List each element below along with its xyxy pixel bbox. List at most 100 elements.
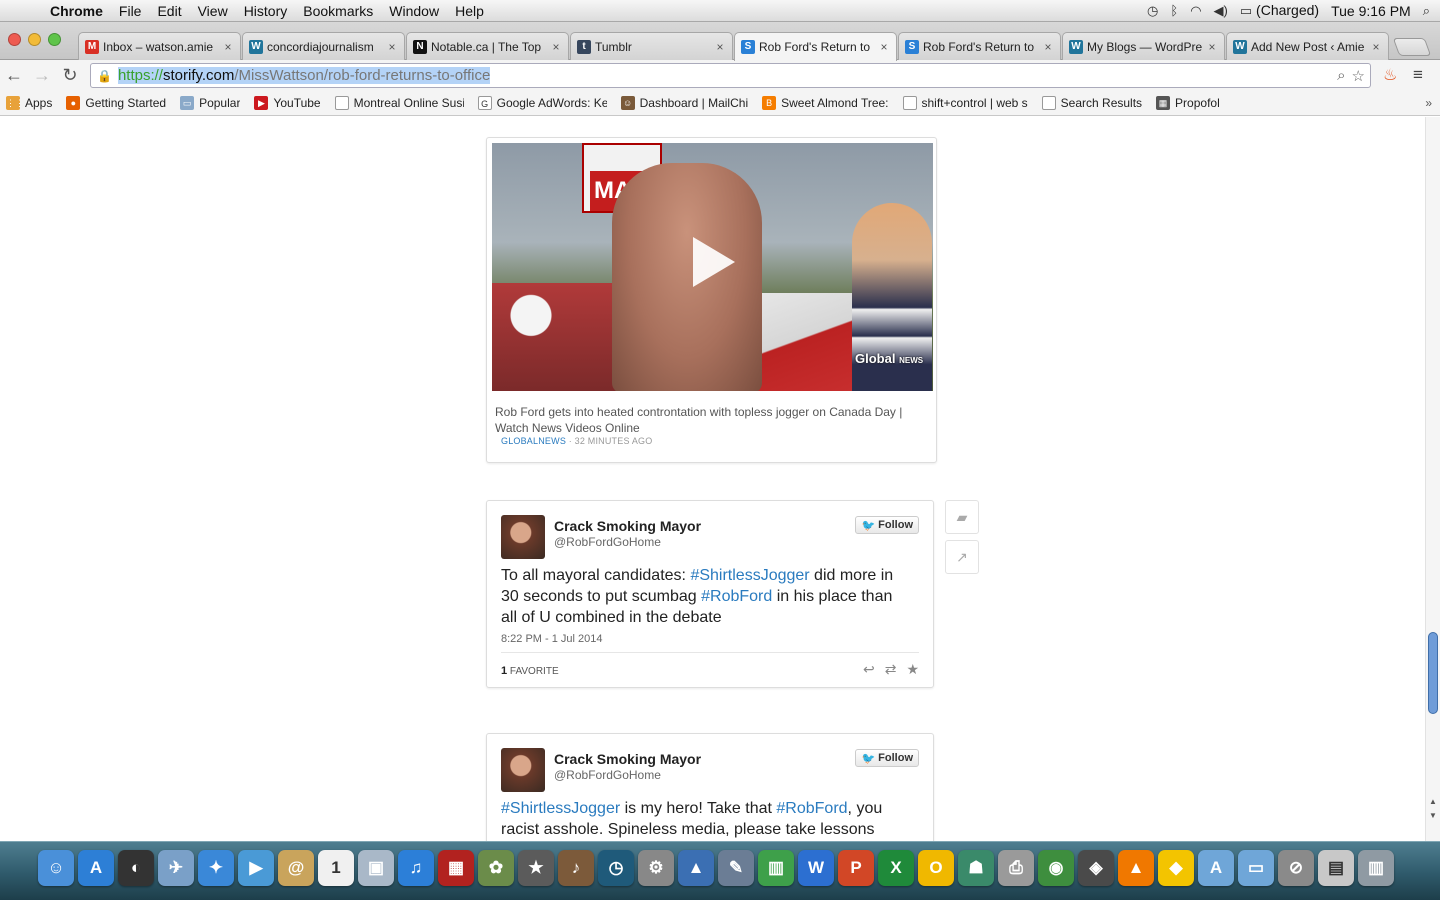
- iphoto-icon[interactable]: ✿: [478, 850, 514, 886]
- url-text[interactable]: https://storify.com/MissWattson/rob-ford…: [117, 67, 491, 84]
- scroll-up-arrow-icon[interactable]: ▲: [1429, 797, 1437, 806]
- tab-close-icon[interactable]: ×: [878, 40, 890, 54]
- time-machine-status-icon[interactable]: ◷: [1147, 3, 1158, 19]
- app-store-icon[interactable]: A: [78, 850, 114, 886]
- bookmark-item[interactable]: ▦ Propofol: [1150, 96, 1228, 110]
- cyberduck-icon[interactable]: ◆: [1158, 850, 1194, 886]
- avatar[interactable]: [501, 515, 545, 559]
- tweet-handle[interactable]: @RobFordGoHome: [554, 535, 661, 549]
- garageband-icon[interactable]: ♪: [558, 850, 594, 886]
- tab-8[interactable]: W Add New Post ‹ Amie ×: [1226, 32, 1389, 60]
- hashtag-link[interactable]: #RobFord: [776, 800, 847, 817]
- safari-icon[interactable]: ✦: [198, 850, 234, 886]
- back-arrow-icon[interactable]: ←: [0, 65, 28, 86]
- disabled-icon[interactable]: ⊘: [1278, 850, 1314, 886]
- bookmark-item[interactable]: Montreal Online Susi: [329, 96, 472, 110]
- tab-close-icon[interactable]: ×: [222, 40, 234, 54]
- photoshop-icon[interactable]: ◈: [1078, 850, 1114, 886]
- forward-arrow-icon[interactable]: →: [28, 65, 56, 86]
- photo-booth-icon[interactable]: ▦: [438, 850, 474, 886]
- extension-flame-icon[interactable]: ♨: [1383, 65, 1397, 85]
- reload-icon[interactable]: ↻: [56, 65, 84, 86]
- menu-app-name[interactable]: Chrome: [42, 3, 111, 19]
- chrome-icon[interactable]: ◉: [1038, 850, 1074, 886]
- vlc-icon[interactable]: ▲: [1118, 850, 1154, 886]
- clock[interactable]: Tue 9:16 PM: [1331, 3, 1411, 19]
- window-minimize-button[interactable]: [28, 33, 41, 46]
- retweet-icon[interactable]: ⇄: [885, 661, 897, 678]
- bookmark-item[interactable]: ⋮⋮ Apps: [0, 96, 60, 110]
- word-icon[interactable]: W: [798, 850, 834, 886]
- menu-history[interactable]: History: [236, 3, 296, 19]
- excel-icon[interactable]: X: [878, 850, 914, 886]
- bookmark-item[interactable]: shift+control | web s: [897, 96, 1036, 110]
- calendar-icon[interactable]: 1: [318, 850, 354, 886]
- preview-icon[interactable]: ▣: [358, 850, 394, 886]
- menu-bookmarks[interactable]: Bookmarks: [295, 3, 381, 19]
- video-source-link[interactable]: GLOBALNEWS: [501, 436, 566, 446]
- chrome-menu-icon[interactable]: ≡: [1413, 65, 1423, 85]
- tab-2[interactable]: Wconcordiajournalism ×: [242, 32, 405, 60]
- video-player[interactable]: MA Global NEWS: [492, 143, 933, 391]
- menu-edit[interactable]: Edit: [149, 3, 189, 19]
- bookmark-item[interactable]: ▶ YouTube: [248, 96, 328, 110]
- search-icon[interactable]: ⌕: [1337, 67, 1345, 85]
- numbers-icon[interactable]: ▥: [758, 850, 794, 886]
- tweet-timestamp[interactable]: 8:22 PM - 1 Jul 2014: [501, 633, 603, 645]
- follow-button[interactable]: 🐦 Follow: [855, 516, 919, 534]
- trash-icon[interactable]: ▥: [1358, 850, 1394, 886]
- imovie-icon[interactable]: ★: [518, 850, 554, 886]
- bookmark-item[interactable]: ▭ Popular: [174, 96, 248, 110]
- scroll-down-arrow-icon[interactable]: ▼: [1429, 811, 1437, 820]
- bookmark-item[interactable]: Search Results: [1036, 96, 1150, 110]
- bookmark-item[interactable]: B Sweet Almond Tree:: [756, 96, 896, 110]
- documents-folder-icon[interactable]: ▭: [1238, 850, 1274, 886]
- applications-folder-icon[interactable]: A: [1198, 850, 1234, 886]
- tab-close-icon[interactable]: ×: [386, 40, 398, 54]
- page-scrollbar[interactable]: ▲ ▼: [1425, 117, 1440, 841]
- follow-button[interactable]: 🐦 Follow: [855, 749, 919, 767]
- downloads-icon[interactable]: ▤: [1318, 850, 1354, 886]
- comment-icon[interactable]: ▰: [945, 500, 979, 534]
- menu-file[interactable]: File: [111, 3, 150, 19]
- bookmarks-overflow-icon[interactable]: »: [1425, 96, 1440, 110]
- facetime-icon[interactable]: ▶: [238, 850, 274, 886]
- network-icon[interactable]: ☗: [958, 850, 994, 886]
- hashtag-link[interactable]: #ShirtlessJogger: [501, 800, 620, 817]
- tab-close-icon[interactable]: ×: [1042, 40, 1054, 54]
- menu-view[interactable]: View: [190, 3, 236, 19]
- itunes-icon[interactable]: ♫: [398, 850, 434, 886]
- menu-help[interactable]: Help: [447, 3, 492, 19]
- spotlight-search-icon[interactable]: ⌕: [1423, 3, 1430, 19]
- tab-close-icon[interactable]: ×: [714, 40, 726, 54]
- window-close-button[interactable]: [8, 33, 21, 46]
- bookmark-item[interactable]: ● Getting Started: [60, 96, 174, 110]
- powerpoint-icon[interactable]: P: [838, 850, 874, 886]
- contacts-icon[interactable]: @: [278, 850, 314, 886]
- play-icon[interactable]: [679, 231, 741, 293]
- avatar[interactable]: [501, 748, 545, 792]
- tweet-author[interactable]: Crack Smoking Mayor: [554, 751, 701, 767]
- finder-icon[interactable]: ☺: [38, 850, 74, 886]
- tab-4[interactable]: t Tumblr ×: [570, 32, 733, 60]
- new-tab-button[interactable]: [1392, 38, 1432, 56]
- bluetooth-icon[interactable]: ᛒ: [1170, 3, 1178, 18]
- tweet-handle[interactable]: @RobFordGoHome: [554, 768, 661, 782]
- hashtag-link[interactable]: #RobFord: [701, 588, 772, 605]
- tab-7[interactable]: W My Blogs — WordPre ×: [1062, 32, 1225, 60]
- video-caption[interactable]: Rob Ford gets into heated controntation …: [495, 404, 925, 436]
- tweet-author[interactable]: Crack Smoking Mayor: [554, 518, 701, 534]
- window-zoom-button[interactable]: [48, 33, 61, 46]
- keynote-icon[interactable]: ▲: [678, 850, 714, 886]
- time-machine-icon[interactable]: ◷: [598, 850, 634, 886]
- reply-icon[interactable]: ↩: [863, 661, 875, 678]
- tab-5[interactable]: S Rob Ford's Return to ×: [734, 32, 897, 61]
- printer-icon[interactable]: ⎙: [998, 850, 1034, 886]
- tab-close-icon[interactable]: ×: [1206, 40, 1218, 54]
- tab-close-icon[interactable]: ×: [1370, 40, 1382, 54]
- tab-close-icon[interactable]: ×: [550, 40, 562, 54]
- dashboard-icon[interactable]: ◐: [118, 850, 154, 886]
- bookmark-star-icon[interactable]: ☆: [1352, 67, 1365, 85]
- address-bar[interactable]: 🔒 https://storify.com/MissWattson/rob-fo…: [90, 63, 1371, 88]
- share-icon[interactable]: ↗: [945, 540, 979, 574]
